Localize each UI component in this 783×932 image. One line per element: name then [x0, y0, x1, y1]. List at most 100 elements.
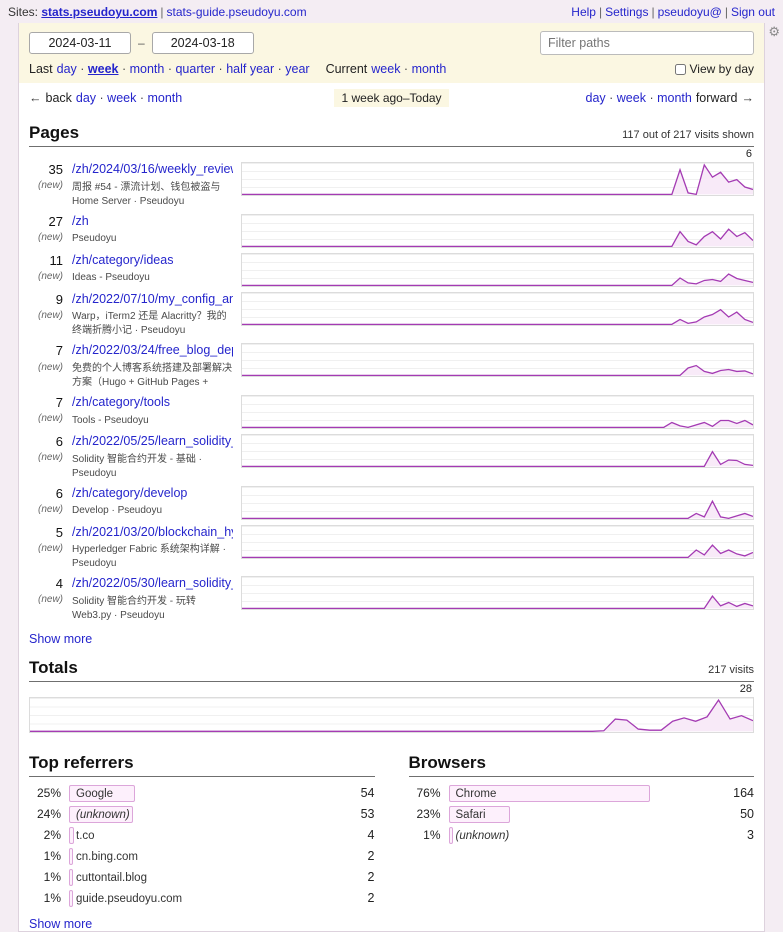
page-title-text: Pseudoyu	[72, 232, 116, 246]
page-sparkline-chart[interactable]	[241, 343, 754, 377]
stat-row: 1% cn.bing.com 2	[29, 848, 375, 865]
page-path-link[interactable]: /zh/2022/03/24/free_blog_deploy_u…	[72, 343, 233, 359]
account-link[interactable]: pseudoyu@	[658, 5, 722, 19]
nav-forward-day[interactable]: day	[586, 91, 606, 105]
gear-icon[interactable]: ⚙	[768, 24, 780, 40]
browser-rows: 76% Chrome 164 23% Safari 50 1% (unknown…	[409, 785, 755, 844]
view-by-day-checkbox[interactable]	[675, 64, 686, 75]
page-sparkline-chart[interactable]	[241, 253, 754, 287]
page-path-link[interactable]: /zh/2022/05/25/learn_solidity_from_…	[72, 434, 233, 450]
page-row: 7 (new) /zh/2022/03/24/free_blog_deploy_…	[29, 343, 754, 390]
back-arrow-icon: ←	[29, 91, 42, 105]
range-label: 1 week ago–Today	[334, 89, 448, 107]
page-sparkline-chart[interactable]	[241, 525, 754, 559]
stat-bar-area[interactable]: Safari	[449, 806, 715, 823]
pages-rows: 35 (new) /zh/2024/03/16/weekly_review_20…	[19, 162, 764, 623]
period-link-year[interactable]: year	[285, 62, 309, 76]
page-title-text: Solidity 智能合约开发 - 基础 · Pseudoyu	[72, 453, 233, 481]
visit-count: 7	[29, 343, 63, 359]
stat-bar-area[interactable]: (unknown)	[449, 827, 715, 844]
page-path-link[interactable]: /zh/2022/07/10/my_config_and_bea…	[72, 292, 233, 308]
page-sparkline-chart[interactable]	[241, 292, 754, 326]
current-period-link-week[interactable]: week	[371, 62, 400, 76]
date-from-input[interactable]	[29, 32, 131, 54]
new-badge: (new)	[29, 310, 63, 323]
visit-count: 7	[29, 395, 63, 411]
stat-bar-area[interactable]: Chrome	[449, 785, 715, 802]
stat-row: 23% Safari 50	[409, 806, 755, 823]
stat-row: 1% (unknown) 3	[409, 827, 755, 844]
period-link-month[interactable]: month	[130, 62, 165, 76]
current-period-link-month[interactable]: month	[412, 62, 447, 76]
period-link-half-year[interactable]: half year	[226, 62, 274, 76]
totals-chart-max: 28	[19, 683, 752, 696]
page-path-link[interactable]: /zh/category/develop	[72, 486, 187, 502]
page-sparkline-chart[interactable]	[241, 434, 754, 468]
stat-percent: 24%	[29, 807, 61, 821]
stat-label: (unknown)	[69, 809, 130, 821]
stat-label: Google	[69, 788, 113, 800]
site-links: stats.pseudoyu.com|stats-guide.pseudoyu.…	[41, 5, 306, 19]
stat-bar-area[interactable]: guide.pseudoyu.com	[69, 890, 335, 907]
stat-bar-area[interactable]: Google	[69, 785, 335, 802]
new-badge: (new)	[29, 180, 63, 193]
current-period-links: week · month	[371, 62, 446, 76]
page-path-link[interactable]: /zh/category/ideas	[72, 253, 173, 269]
forward-arrow-icon: →	[742, 91, 755, 105]
new-badge: (new)	[29, 271, 63, 284]
forward-period-links: day · week · month	[586, 91, 692, 105]
site-link[interactable]: stats-guide.pseudoyu.com	[167, 5, 307, 19]
sites-label: Sites:	[8, 5, 38, 19]
page-path-link[interactable]: /zh/2021/03/20/blockchain_hyperle…	[72, 525, 233, 541]
nav-forward-week[interactable]: week	[617, 91, 646, 105]
toolbar: – Last day · week · month · quarter · ha…	[19, 23, 764, 83]
period-link-week[interactable]: week	[88, 62, 119, 76]
stat-bar-area[interactable]: (unknown)	[69, 806, 335, 823]
stat-label: Chrome	[449, 788, 497, 800]
stat-percent: 76%	[409, 786, 441, 800]
page-title-text: Solidity 智能合约开发 - 玩转 Web3.py · Pseudoyu	[72, 595, 233, 623]
browsers-title: Browsers	[409, 753, 486, 773]
date-to-input[interactable]	[152, 32, 254, 54]
stat-percent: 23%	[409, 807, 441, 821]
stat-count: 2	[345, 891, 375, 905]
pages-header: Pages 117 out of 217 visits shown	[29, 123, 754, 147]
last-label: Last	[29, 62, 53, 76]
nav-back-month[interactable]: month	[147, 91, 182, 105]
nav-forward-month[interactable]: month	[657, 91, 692, 105]
view-by-day-toggle[interactable]: View by day	[675, 62, 754, 76]
account-link[interactable]: Sign out	[731, 5, 775, 19]
page-title-text: Ideas - Pseudoyu	[72, 271, 173, 285]
referrers-title: Top referrers	[29, 753, 134, 773]
period-link-quarter[interactable]: quarter	[175, 62, 215, 76]
page-path-link[interactable]: /zh	[72, 214, 116, 230]
content-card: – Last day · week · month · quarter · ha…	[18, 23, 765, 932]
forward-label: forward	[696, 91, 738, 105]
referrers-show-more-link[interactable]: Show more	[29, 917, 92, 931]
page-row: 11 (new) /zh/category/ideas Ideas - Pseu…	[29, 253, 754, 287]
page-sparkline-chart[interactable]	[241, 395, 754, 429]
account-link[interactable]: Settings	[605, 5, 648, 19]
page-sparkline-chart[interactable]	[241, 162, 754, 196]
stat-bar-area[interactable]: cuttontail.blog	[69, 869, 335, 886]
stat-bar-area[interactable]: t.co	[69, 827, 335, 844]
new-badge: (new)	[29, 594, 63, 607]
stat-bar-area[interactable]: cn.bing.com	[69, 848, 335, 865]
nav-back-day[interactable]: day	[76, 91, 96, 105]
visit-count: 6	[29, 486, 63, 502]
site-link[interactable]: stats.pseudoyu.com	[41, 5, 157, 19]
nav-back-week[interactable]: week	[107, 91, 136, 105]
period-link-day[interactable]: day	[57, 62, 77, 76]
visit-count: 27	[29, 214, 63, 230]
page-sparkline-chart[interactable]	[241, 486, 754, 520]
page-path-link[interactable]: /zh/2024/03/16/weekly_review_202…	[72, 162, 233, 178]
pages-show-more-link[interactable]: Show more	[29, 632, 92, 646]
page-sparkline-chart[interactable]	[241, 576, 754, 610]
stat-row: 2% t.co 4	[29, 827, 375, 844]
account-link[interactable]: Help	[571, 5, 596, 19]
page-path-link[interactable]: /zh/2022/05/30/learn_solidity_from_…	[72, 576, 233, 592]
page-sparkline-chart[interactable]	[241, 214, 754, 248]
back-label: back	[46, 91, 72, 105]
filter-paths-input[interactable]	[540, 31, 754, 55]
page-path-link[interactable]: /zh/category/tools	[72, 395, 170, 411]
